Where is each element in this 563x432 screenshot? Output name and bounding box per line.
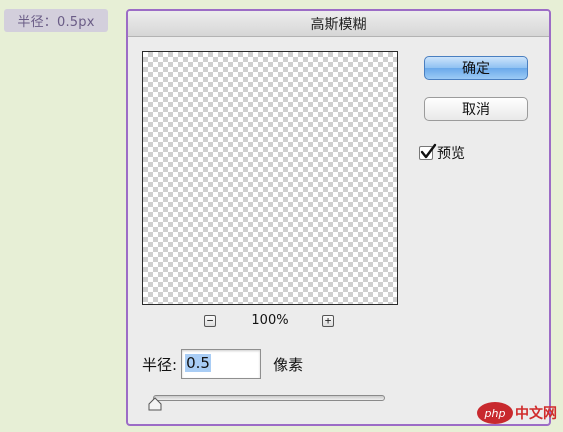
php-logo-text: php	[484, 406, 506, 420]
radius-label: 半径:	[142, 355, 178, 374]
radius-slider-track[interactable]	[153, 395, 385, 401]
radius-caption-text: 半径：0.5px	[17, 15, 95, 30]
dialog-title: 高斯模糊	[310, 16, 367, 33]
preview-toggle[interactable]: 预览	[419, 143, 465, 163]
site-watermark: php 中文网	[477, 402, 557, 424]
ok-button-label: 确定	[462, 61, 490, 77]
zoom-in-button[interactable]: +	[322, 315, 334, 327]
preview-label: 预览	[437, 146, 465, 162]
checkmark-icon	[420, 143, 437, 159]
radius-row: 半径: 0.5 像素	[142, 348, 303, 380]
zoom-level: 100%	[251, 313, 289, 328]
cancel-button[interactable]: 取消	[424, 97, 528, 121]
dialog-titlebar[interactable]: 高斯模糊	[128, 11, 549, 37]
cancel-button-label: 取消	[462, 102, 490, 118]
radius-slider-thumb[interactable]	[148, 397, 162, 411]
gaussian-blur-dialog: 高斯模糊 − 100% + 确定 取消 预览 半径: 0.5 像素	[126, 9, 551, 426]
zoom-in-icon: +	[324, 314, 332, 327]
preview-canvas[interactable]	[142, 51, 398, 305]
radius-input[interactable]: 0.5	[181, 349, 262, 379]
ok-button[interactable]: 确定	[424, 56, 528, 80]
zoom-out-button[interactable]: −	[204, 315, 216, 327]
zoom-out-icon: −	[206, 314, 214, 327]
zoom-controls: − 100% +	[142, 311, 398, 331]
php-logo: php	[477, 402, 513, 424]
radius-input-value: 0.5	[185, 354, 211, 372]
radius-unit: 像素	[273, 355, 304, 374]
preview-checkbox[interactable]	[419, 143, 437, 160]
watermark-text: 中文网	[515, 406, 557, 422]
radius-caption-tag: 半径：0.5px	[4, 9, 108, 32]
